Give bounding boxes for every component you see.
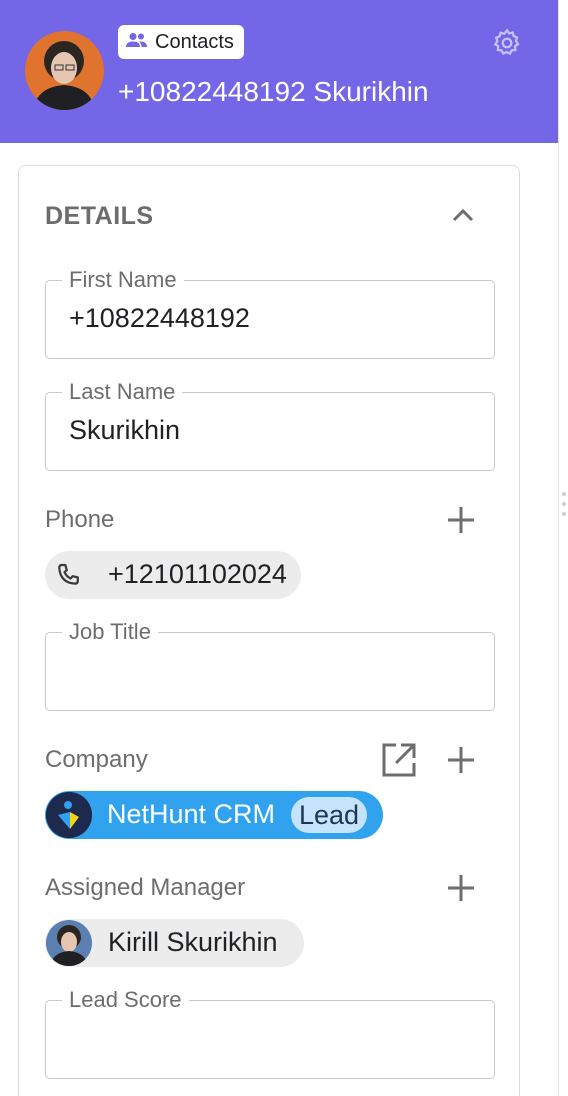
- record-type-label: Contacts: [155, 30, 234, 53]
- first-name-label: First Name: [62, 267, 184, 293]
- lead-score-label: Lead Score: [62, 987, 189, 1013]
- contact-avatar[interactable]: [25, 31, 104, 110]
- phone-icon: [53, 559, 85, 591]
- people-icon: [126, 32, 148, 53]
- phone-number: +12101102024: [108, 559, 287, 589]
- first-name-field[interactable]: First Name +10822448192: [45, 267, 495, 359]
- open-external-icon[interactable]: [381, 742, 416, 777]
- first-name-value[interactable]: +10822448192: [69, 303, 250, 334]
- record-header: Contacts +10822448192 Skurikhin: [0, 0, 558, 143]
- add-company-button[interactable]: [444, 743, 478, 777]
- gear-icon[interactable]: [491, 27, 523, 59]
- manager-chip[interactable]: Kirill Skurikhin: [45, 919, 304, 967]
- resize-handle[interactable]: [561, 492, 567, 526]
- add-phone-button[interactable]: [444, 503, 478, 537]
- phone-chip[interactable]: +12101102024: [45, 551, 301, 599]
- company-logo: [46, 792, 92, 838]
- company-label: Company: [45, 746, 148, 773]
- lead-score-field[interactable]: Lead Score: [45, 987, 495, 1079]
- job-title-field[interactable]: Job Title: [45, 619, 495, 711]
- assigned-manager-label: Assigned Manager: [45, 874, 246, 901]
- company-status-badge: Lead: [291, 797, 368, 833]
- last-name-label: Last Name: [62, 379, 183, 405]
- last-name-value[interactable]: Skurikhin: [69, 415, 180, 446]
- manager-name: Kirill Skurikhin: [108, 927, 278, 957]
- chevron-up-icon[interactable]: [449, 202, 477, 230]
- section-title: DETAILS: [45, 202, 154, 230]
- company-name: NetHunt CRM: [107, 799, 276, 829]
- add-manager-button[interactable]: [444, 871, 478, 905]
- phone-label: Phone: [45, 506, 115, 533]
- record-type-badge[interactable]: Contacts: [118, 25, 244, 59]
- panel-divider: [558, 0, 559, 1096]
- job-title-label: Job Title: [62, 619, 158, 645]
- contact-panel: Contacts +10822448192 Skurikhin DETAILS …: [0, 0, 558, 1096]
- company-chip[interactable]: NetHunt CRM Lead: [45, 791, 383, 839]
- details-card: DETAILS First Name +10822448192 Last Nam…: [18, 165, 520, 1096]
- record-title: +10822448192 Skurikhin: [118, 76, 429, 107]
- avatar: [46, 920, 92, 966]
- last-name-field[interactable]: Last Name Skurikhin: [45, 379, 495, 471]
